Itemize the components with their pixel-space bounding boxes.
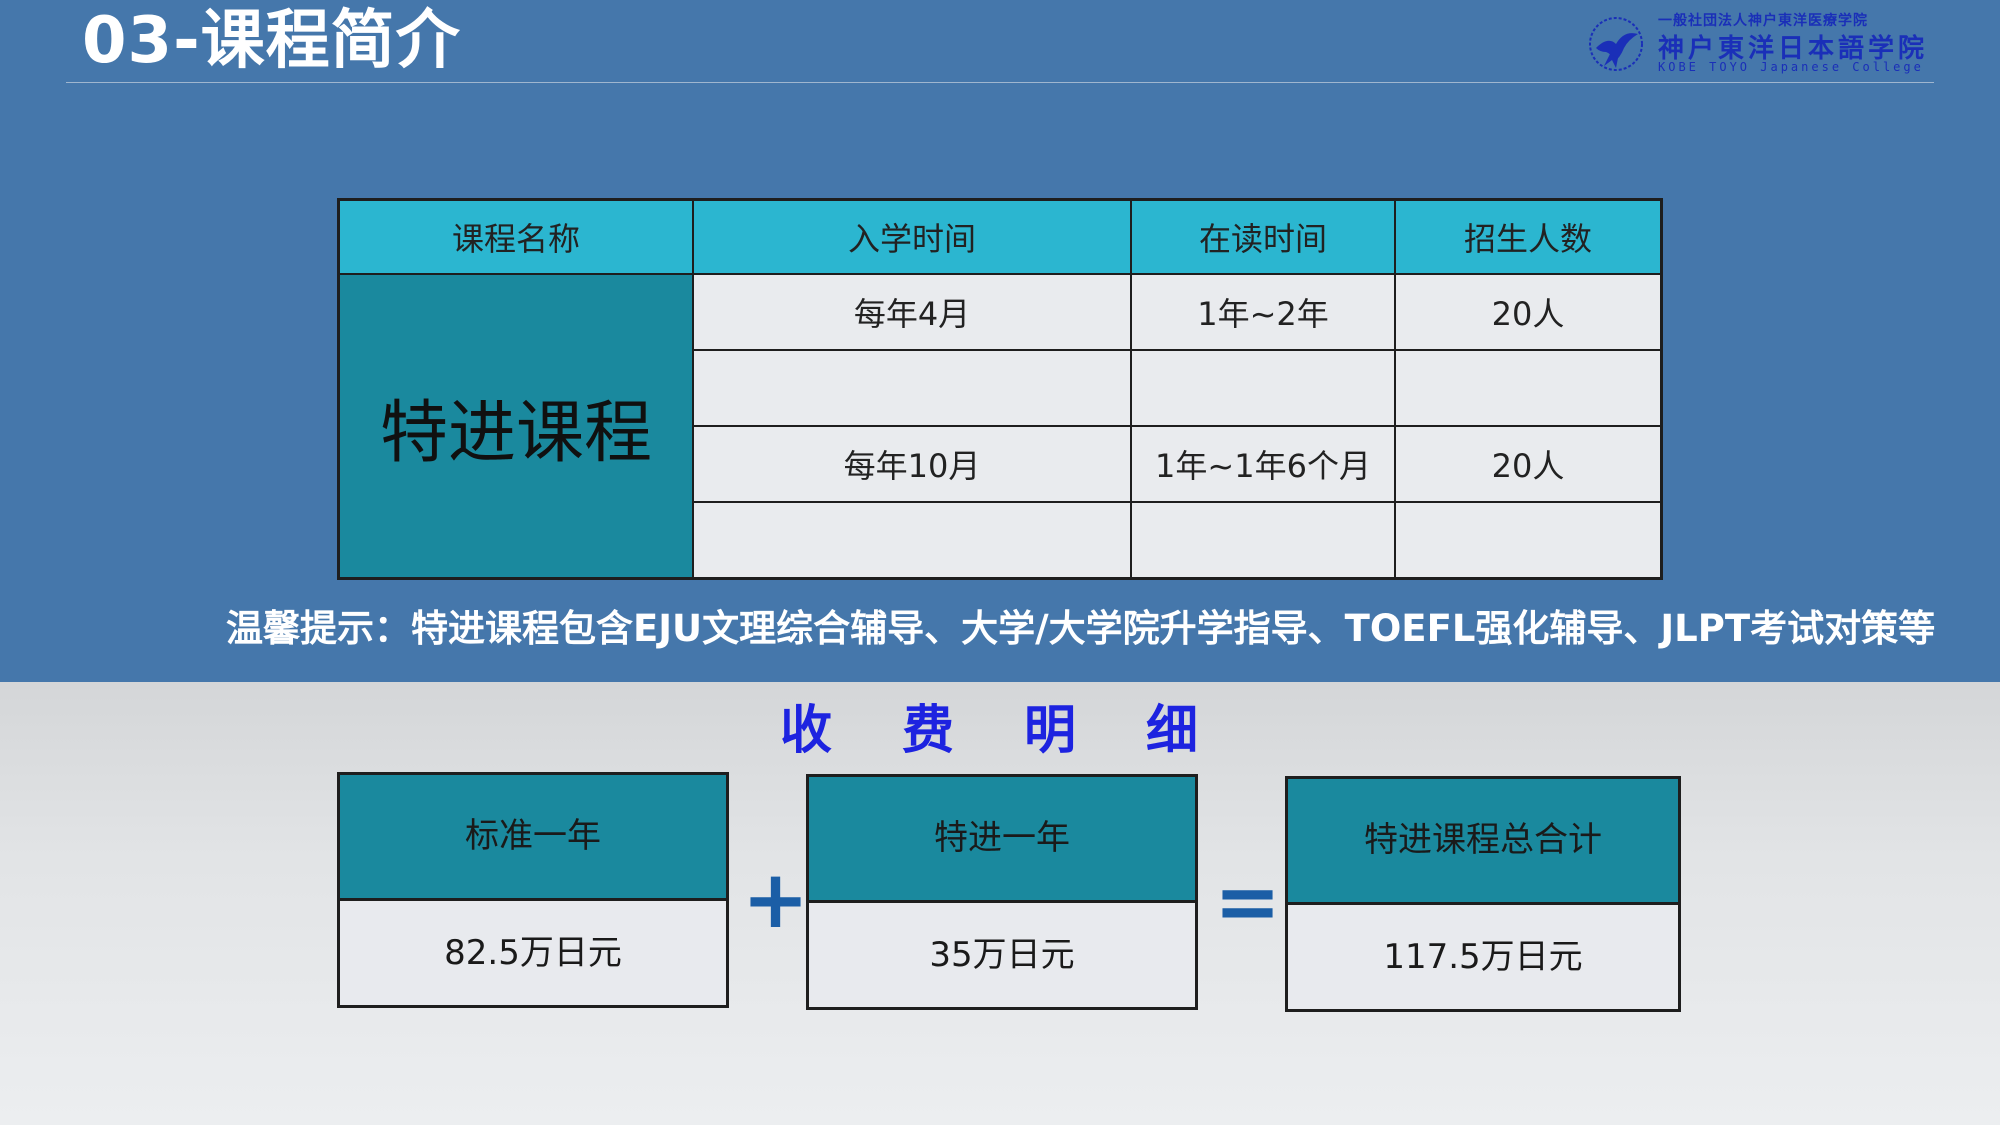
fee-card-total: 特进课程总合计 117.5万日元	[1285, 776, 1681, 1012]
title-divider	[66, 82, 1934, 83]
duration-cell: 1年~2年	[1130, 273, 1396, 351]
course-table: 课程名称 入学时间 在读时间 招生人数 特进课程 每年4月 1年~2年 20人 …	[337, 198, 1663, 580]
plus-icon: +	[742, 853, 810, 946]
quota-cell	[1394, 501, 1663, 580]
logo-english-name: KOBE TOYO Japanese College	[1658, 60, 1924, 74]
fee-card-label: 特进课程总合计	[1288, 779, 1678, 905]
intake-cell: 每年10月	[692, 425, 1132, 503]
page-title: 03-课程简介	[82, 4, 461, 78]
tip-text: 温馨提示：特进课程包含EJU文理综合辅导、大学/大学院升学指导、TOEFL强化辅…	[226, 607, 1936, 650]
intake-cell	[692, 349, 1132, 427]
header-quota: 招生人数	[1394, 198, 1663, 275]
intake-cell	[692, 501, 1132, 580]
school-logo: 一般社団法人神户東洋医療学院 神户東洋日本語学院 KOBE TOYO Japan…	[1580, 10, 1924, 76]
fee-card-label: 特进一年	[809, 777, 1195, 903]
course-name-cell: 特进课程	[337, 273, 694, 580]
fee-card-standard: 标准一年 82.5万日元	[337, 772, 729, 1008]
logo-org-line: 一般社団法人神户東洋医療学院	[1658, 13, 1868, 29]
quota-cell: 20人	[1394, 273, 1663, 351]
eagle-emblem-icon	[1589, 17, 1643, 71]
header-duration: 在读时间	[1130, 198, 1396, 275]
fee-card-value: 35万日元	[809, 903, 1195, 1007]
fee-card-value: 117.5万日元	[1288, 905, 1678, 1009]
quota-cell	[1394, 349, 1663, 427]
fee-section-title: 收费明细	[780, 701, 1269, 761]
header-course-name: 课程名称	[337, 198, 694, 275]
equals-icon: =	[1214, 855, 1282, 948]
header-intake: 入学时间	[692, 198, 1132, 275]
fee-card-special: 特进一年 35万日元	[806, 774, 1198, 1010]
table-row: 特进课程 每年4月 1年~2年 20人	[337, 273, 1663, 580]
duration-cell	[1130, 501, 1396, 580]
fee-card-label: 标准一年	[340, 775, 726, 901]
intake-cell: 每年4月	[692, 273, 1132, 351]
duration-cell	[1130, 349, 1396, 427]
quota-cell: 20人	[1394, 425, 1663, 503]
table-header-row: 课程名称 入学时间 在读时间 招生人数	[337, 198, 1663, 275]
duration-cell: 1年~1年6个月	[1130, 425, 1396, 503]
fee-card-value: 82.5万日元	[340, 901, 726, 1005]
